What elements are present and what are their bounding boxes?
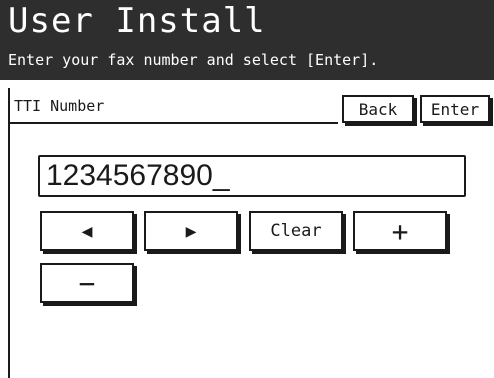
label-divider — [8, 122, 338, 124]
back-button[interactable]: Back — [342, 95, 414, 123]
arrow-left-icon: ◀ — [81, 220, 93, 242]
cursor-right-button[interactable]: ▶ — [144, 211, 238, 251]
field-label: TTI Number — [14, 97, 105, 115]
minus-button[interactable]: − — [40, 263, 134, 303]
arrow-right-icon: ▶ — [185, 220, 197, 242]
plus-button[interactable]: + — [353, 211, 447, 251]
header-bar: User Install Enter your fax number and s… — [0, 0, 494, 80]
instruction-text: Enter your fax number and select [Enter]… — [8, 51, 379, 69]
fax-number-input[interactable]: 1234567890_ — [38, 155, 466, 197]
screen-title: User Install — [8, 1, 266, 41]
enter-button[interactable]: Enter — [420, 95, 490, 123]
clear-button[interactable]: Clear — [249, 211, 343, 251]
cursor-left-button[interactable]: ◀ — [40, 211, 134, 251]
